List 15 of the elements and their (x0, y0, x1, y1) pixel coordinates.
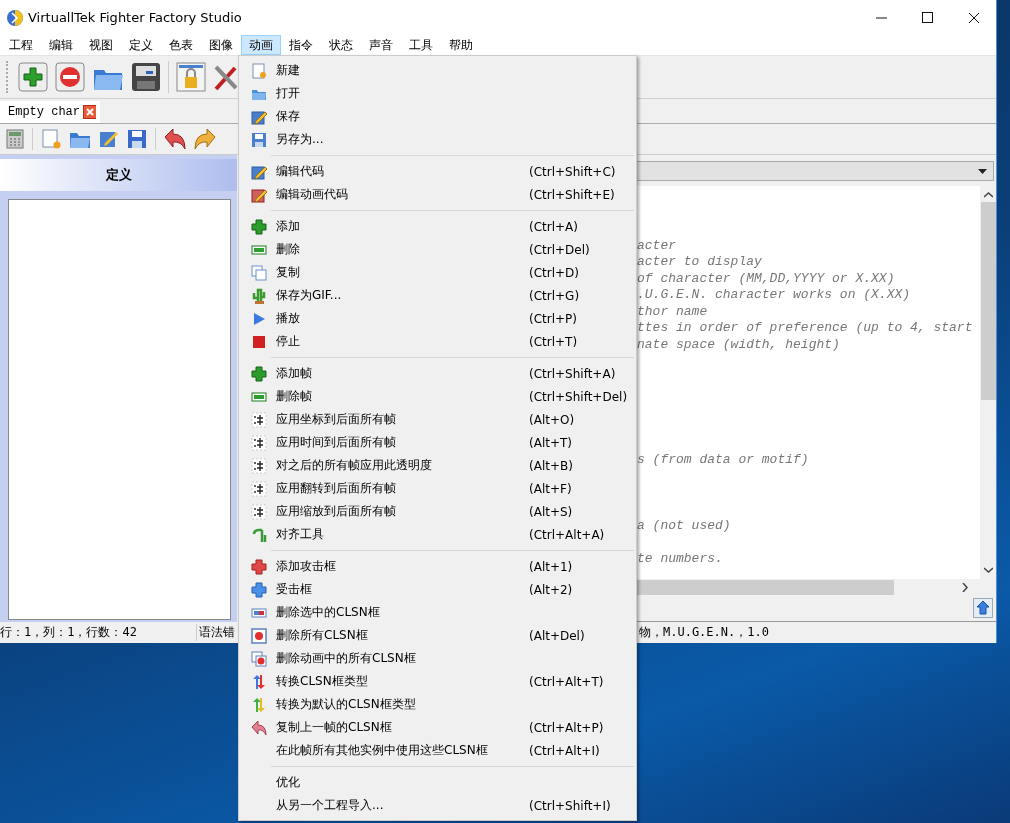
code-line: thor name (637, 303, 709, 320)
code-line: s (from data or motif) (637, 452, 810, 469)
tab-label: Empty char (8, 105, 80, 119)
code-line: .U.G.E.N. character works on (X.XX) (637, 287, 912, 304)
status-position: 行：1，列：1，行数：42 (0, 624, 138, 641)
code-line: a (not used) (637, 518, 732, 535)
status-info: 物，M.U.G.E.N.，1.0 (639, 624, 769, 641)
code-line: ttes in order of preference (up to 4, start (637, 320, 974, 337)
code-line: nate space (width, height) (637, 336, 841, 353)
code-line: acter to display (637, 254, 763, 271)
code-line: of character (MM,DD,YYYY or X.XX) (637, 270, 896, 287)
panel-header: 定义 (0, 159, 237, 191)
code-line: acter (637, 237, 677, 254)
window-title: VirtuallTek Fighter Factory Studio (28, 10, 242, 25)
code-line: te numbers. (637, 551, 724, 568)
